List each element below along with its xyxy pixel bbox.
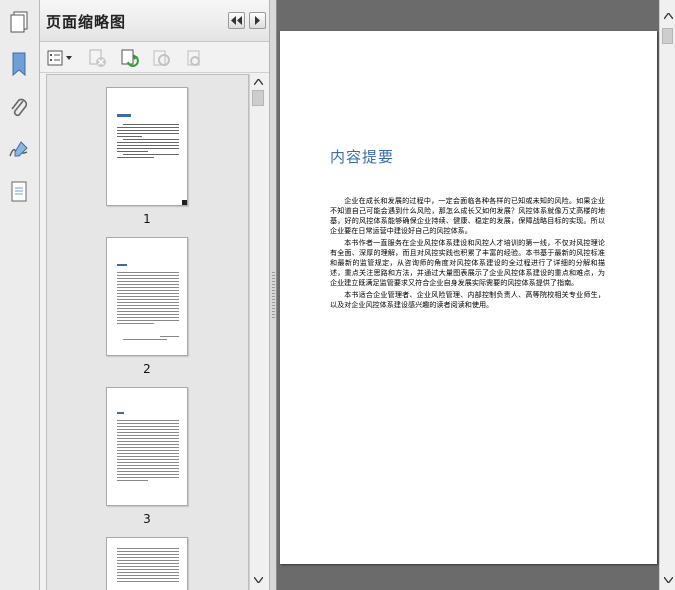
insert-pages-button[interactable] bbox=[150, 47, 174, 69]
thumbnail-heading-mark bbox=[117, 114, 131, 117]
panel-forward-button[interactable] bbox=[249, 12, 266, 29]
delete-page-icon bbox=[89, 49, 106, 67]
page-thumbnail-2[interactable] bbox=[106, 237, 188, 356]
scroll-down-icon[interactable] bbox=[252, 574, 264, 586]
page-thumbnail-3[interactable] bbox=[106, 387, 188, 506]
splitter-grip[interactable] bbox=[272, 272, 275, 318]
rotate-page-icon bbox=[121, 49, 139, 67]
thumbnail-heading-mark bbox=[117, 264, 127, 266]
signature-icon[interactable] bbox=[4, 134, 34, 166]
pages-panel-icon[interactable] bbox=[4, 6, 34, 38]
thumbnail-options-button[interactable] bbox=[46, 47, 74, 69]
delete-page-button[interactable] bbox=[86, 47, 110, 69]
insert-pages-icon bbox=[153, 50, 170, 66]
thumbnail-page-number-3: 3 bbox=[143, 512, 151, 526]
left-tool-rail bbox=[0, 0, 40, 590]
extract-pages-button[interactable] bbox=[182, 47, 206, 69]
attachment-icon[interactable] bbox=[4, 92, 34, 124]
double-left-arrow-icon bbox=[231, 16, 242, 25]
panel-header: 页面缩略图 bbox=[40, 0, 269, 42]
extract-pages-icon bbox=[187, 50, 200, 66]
doc-scroll-thumb[interactable] bbox=[662, 28, 673, 44]
rotate-page-button[interactable] bbox=[118, 47, 142, 69]
selection-handle[interactable] bbox=[182, 200, 187, 205]
options-list-icon bbox=[47, 50, 72, 66]
document-page: 内容提要 企业在成长和发展的过程中，一定会面临各种各样的已知或未知的风险。如果企… bbox=[280, 31, 657, 564]
thumbnail-heading-mark bbox=[117, 412, 124, 414]
layers-page-icon[interactable] bbox=[4, 176, 34, 208]
thumbnail-text-lines bbox=[117, 420, 179, 483]
right-arrow-icon bbox=[255, 16, 260, 25]
thumbnail-scroll-thumb[interactable] bbox=[252, 90, 264, 106]
doc-heading: 内容提要 bbox=[330, 148, 395, 166]
collapse-panel-button[interactable] bbox=[228, 12, 245, 29]
thumbnail-page-number-2: 2 bbox=[143, 362, 151, 376]
panel-title: 页面缩略图 bbox=[46, 13, 127, 31]
panel-splitter[interactable] bbox=[269, 0, 277, 590]
thumbnail-text-lines bbox=[117, 548, 179, 584]
doc-scroll-down-icon[interactable] bbox=[662, 574, 674, 586]
doc-paragraph-2: 本书作者一直服务在企业风控体系建设和风控人才培训的第一线，不仅对风控理论有全面、… bbox=[330, 238, 605, 287]
doc-paragraph-1: 企业在成长和发展的过程中，一定会面临各种各样的已知或未知的风险。如果企业不知道自… bbox=[330, 196, 605, 235]
doc-body: 企业在成长和发展的过程中，一定会面临各种各样的已知或未知的风险。如果企业不知道自… bbox=[330, 196, 605, 312]
document-scrollbar[interactable] bbox=[659, 0, 675, 590]
page-thumbnail-1[interactable] bbox=[106, 87, 188, 206]
thumbnail-toolbar bbox=[40, 43, 269, 73]
doc-scroll-up-icon[interactable] bbox=[662, 10, 674, 22]
thumbnail-page-number-1: 1 bbox=[143, 212, 151, 226]
thumbnail-list[interactable]: 1 2 3 bbox=[46, 74, 249, 590]
thumbnail-text-lines bbox=[117, 272, 179, 342]
page-thumbnails-panel: 页面缩略图 1 2 3 bbox=[40, 0, 269, 590]
scroll-up-icon[interactable] bbox=[252, 76, 264, 88]
bookmark-icon[interactable] bbox=[4, 48, 34, 80]
page-thumbnail-4[interactable] bbox=[106, 537, 188, 590]
thumbnail-scrollbar[interactable] bbox=[249, 74, 266, 590]
doc-paragraph-3: 本书适合企业管理者、企业风险管理、内部控制负责人、高等院校相关专业师生，以及对企… bbox=[330, 290, 605, 309]
document-view[interactable]: 内容提要 企业在成长和发展的过程中，一定会面临各种各样的已知或未知的风险。如果企… bbox=[277, 0, 659, 590]
thumbnail-text-lines bbox=[117, 124, 179, 160]
